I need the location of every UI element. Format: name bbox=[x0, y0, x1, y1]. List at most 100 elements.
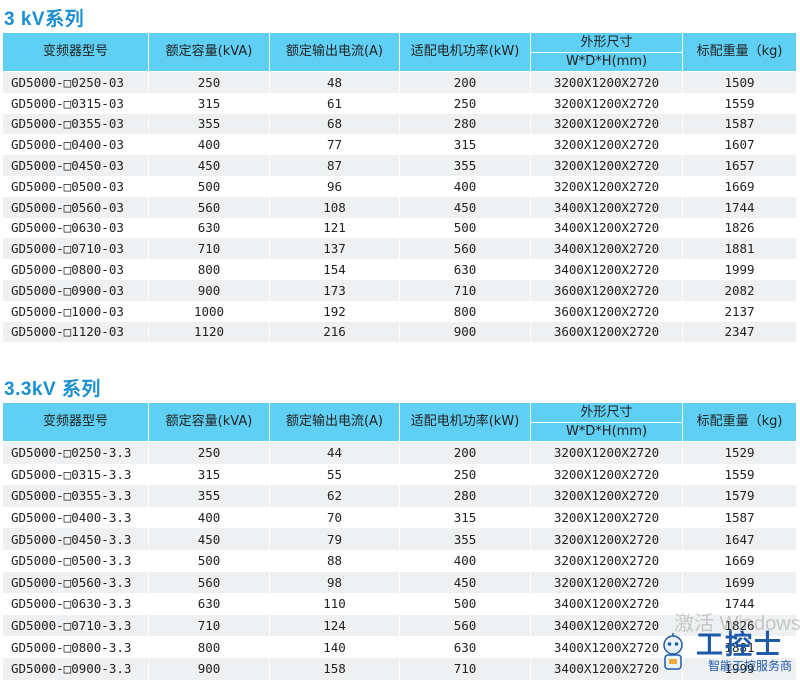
header-motor-power: 适配电机功率(kW) bbox=[399, 402, 531, 442]
header-weight: 标配重量（kg) bbox=[682, 32, 797, 72]
cell-weight: 1669 bbox=[682, 175, 797, 197]
cell-capacity: 1120 bbox=[148, 321, 270, 343]
table-row: GD5000-□0450-3.3 450 79 355 3200X1200X2720 16… bbox=[2, 528, 797, 550]
cell-dimensions: 3200X1200X2720 bbox=[530, 175, 683, 197]
cell-model: GD5000-□0355-3.3 bbox=[2, 485, 149, 507]
cell-current: 108 bbox=[269, 196, 400, 218]
cell-capacity: 560 bbox=[148, 571, 270, 594]
table-row: GD5000-□1120-03 1120 216 900 3600X1200X2720 2… bbox=[2, 321, 797, 343]
cell-weight: 1744 bbox=[682, 196, 797, 218]
cell-current: 124 bbox=[269, 614, 400, 637]
cell-capacity: 450 bbox=[148, 528, 270, 550]
cell-current: 62 bbox=[269, 485, 400, 507]
cell-current: 110 bbox=[269, 593, 400, 615]
cell-motor-power: 355 bbox=[399, 528, 531, 550]
header-dimensions-unit: W*D*H(mm) bbox=[530, 52, 683, 72]
cell-motor-power: 630 bbox=[399, 259, 531, 280]
cell-model: GD5000-□0710-3.3 bbox=[2, 614, 149, 637]
header-motor-power: 适配电机功率(kW) bbox=[399, 32, 531, 72]
cell-model: GD5000-□0630-03 bbox=[2, 217, 149, 239]
table-row: GD5000-□1000-03 1000 192 800 3600X1200X2720 2… bbox=[2, 300, 797, 322]
cell-model: GD5000-□1000-03 bbox=[2, 300, 149, 322]
cell-model: GD5000-□1120-03 bbox=[2, 321, 149, 343]
header-model: 变频器型号 bbox=[2, 32, 149, 72]
cell-capacity: 900 bbox=[148, 279, 270, 301]
brand-slogan: 智能工控服务商 bbox=[708, 659, 793, 673]
cell-motor-power: 250 bbox=[399, 92, 531, 114]
cell-dimensions: 3200X1200X2720 bbox=[530, 113, 683, 135]
cell-capacity: 900 bbox=[148, 657, 270, 680]
cell-current: 96 bbox=[269, 175, 400, 197]
cell-dimensions: 3200X1200X2720 bbox=[530, 528, 683, 550]
cell-weight: 1826 bbox=[682, 217, 797, 239]
cell-capacity: 355 bbox=[148, 113, 270, 135]
cell-weight: 1587 bbox=[682, 113, 797, 135]
cell-dimensions: 3400X1200X2720 bbox=[530, 196, 683, 218]
cell-capacity: 630 bbox=[148, 593, 270, 615]
cell-weight: 2347 bbox=[682, 321, 797, 343]
cell-model: GD5000-□0500-03 bbox=[2, 175, 149, 197]
cell-weight: 1579 bbox=[682, 485, 797, 507]
cell-current: 68 bbox=[269, 113, 400, 135]
cell-dimensions: 3400X1200X2720 bbox=[530, 238, 683, 260]
header-dimensions: 外形尺寸 bbox=[530, 402, 683, 423]
cell-capacity: 250 bbox=[148, 441, 270, 464]
table-row: GD5000-□0630-03 630 121 500 3400X1200X2720 18… bbox=[2, 217, 797, 239]
cell-current: 88 bbox=[269, 549, 400, 572]
cell-model: GD5000-□0450-3.3 bbox=[2, 528, 149, 550]
cell-dimensions: 3200X1200X2720 bbox=[530, 463, 683, 486]
cell-capacity: 400 bbox=[148, 134, 270, 156]
header-dimensions-unit: W*D*H(mm) bbox=[530, 422, 683, 442]
cell-current: 216 bbox=[269, 321, 400, 343]
cell-model: GD5000-□0450-03 bbox=[2, 155, 149, 176]
cell-capacity: 450 bbox=[148, 155, 270, 176]
cell-dimensions: 3200X1200X2720 bbox=[530, 441, 683, 464]
spec-table-3kv: 变频器型号 额定容量(kVA) 额定输出电流(A) 适配电机功率(kW) 外形尺… bbox=[2, 32, 797, 343]
cell-current: 98 bbox=[269, 571, 400, 594]
cell-dimensions: 3200X1200X2720 bbox=[530, 506, 683, 529]
table-row: GD5000-□0355-03 355 68 280 3200X1200X2720 158… bbox=[2, 113, 797, 135]
cell-current: 121 bbox=[269, 217, 400, 239]
table-row: GD5000-□0560-3.3 560 98 450 3200X1200X2720 16… bbox=[2, 571, 797, 594]
cell-motor-power: 800 bbox=[399, 300, 531, 322]
table-row: GD5000-□0500-3.3 500 88 400 3200X1200X2720 16… bbox=[2, 549, 797, 572]
cell-model: GD5000-□0630-3.3 bbox=[2, 593, 149, 615]
cell-motor-power: 560 bbox=[399, 614, 531, 637]
header-current: 额定输出电流(A) bbox=[269, 402, 400, 442]
cell-weight: 1607 bbox=[682, 134, 797, 156]
cell-model: GD5000-□0800-03 bbox=[2, 259, 149, 280]
cell-dimensions: 3200X1200X2720 bbox=[530, 134, 683, 156]
cell-motor-power: 315 bbox=[399, 506, 531, 529]
cell-motor-power: 355 bbox=[399, 155, 531, 176]
cell-weight: 1587 bbox=[682, 506, 797, 529]
table-row: GD5000-□0400-3.3 400 70 315 3200X1200X2720 15… bbox=[2, 506, 797, 529]
cell-model: GD5000-□0315-03 bbox=[2, 92, 149, 114]
cell-weight: 1669 bbox=[682, 549, 797, 572]
cell-capacity: 800 bbox=[148, 636, 270, 658]
header-dimensions: 外形尺寸 bbox=[530, 32, 683, 53]
table-row: GD5000-□0400-03 400 77 315 3200X1200X2720 160… bbox=[2, 134, 797, 156]
header-weight: 标配重量（kg) bbox=[682, 402, 797, 442]
cell-weight: 2082 bbox=[682, 279, 797, 301]
cell-current: 137 bbox=[269, 238, 400, 260]
table-row: GD5000-□0315-03 315 61 250 3200X1200X2720 155… bbox=[2, 92, 797, 114]
cell-capacity: 500 bbox=[148, 175, 270, 197]
cell-dimensions: 3200X1200X2720 bbox=[530, 485, 683, 507]
cell-weight: 1559 bbox=[682, 463, 797, 486]
cell-motor-power: 400 bbox=[399, 549, 531, 572]
cell-current: 70 bbox=[269, 506, 400, 529]
cell-dimensions: 3600X1200X2720 bbox=[530, 321, 683, 343]
cell-model: GD5000-□0900-03 bbox=[2, 279, 149, 301]
cell-model: GD5000-□0400-03 bbox=[2, 134, 149, 156]
cell-capacity: 400 bbox=[148, 506, 270, 529]
cell-weight: 1699 bbox=[682, 571, 797, 594]
table-row: GD5000-□0500-03 500 96 400 3200X1200X2720 166… bbox=[2, 175, 797, 197]
cell-model: GD5000-□0250-3.3 bbox=[2, 441, 149, 464]
cell-capacity: 800 bbox=[148, 259, 270, 280]
cell-motor-power: 280 bbox=[399, 485, 531, 507]
cell-capacity: 250 bbox=[148, 71, 270, 93]
cell-current: 154 bbox=[269, 259, 400, 280]
cell-motor-power: 200 bbox=[399, 71, 531, 93]
cell-motor-power: 710 bbox=[399, 657, 531, 680]
table-row: GD5000-□0710-03 710 137 560 3400X1200X2720 18… bbox=[2, 238, 797, 260]
